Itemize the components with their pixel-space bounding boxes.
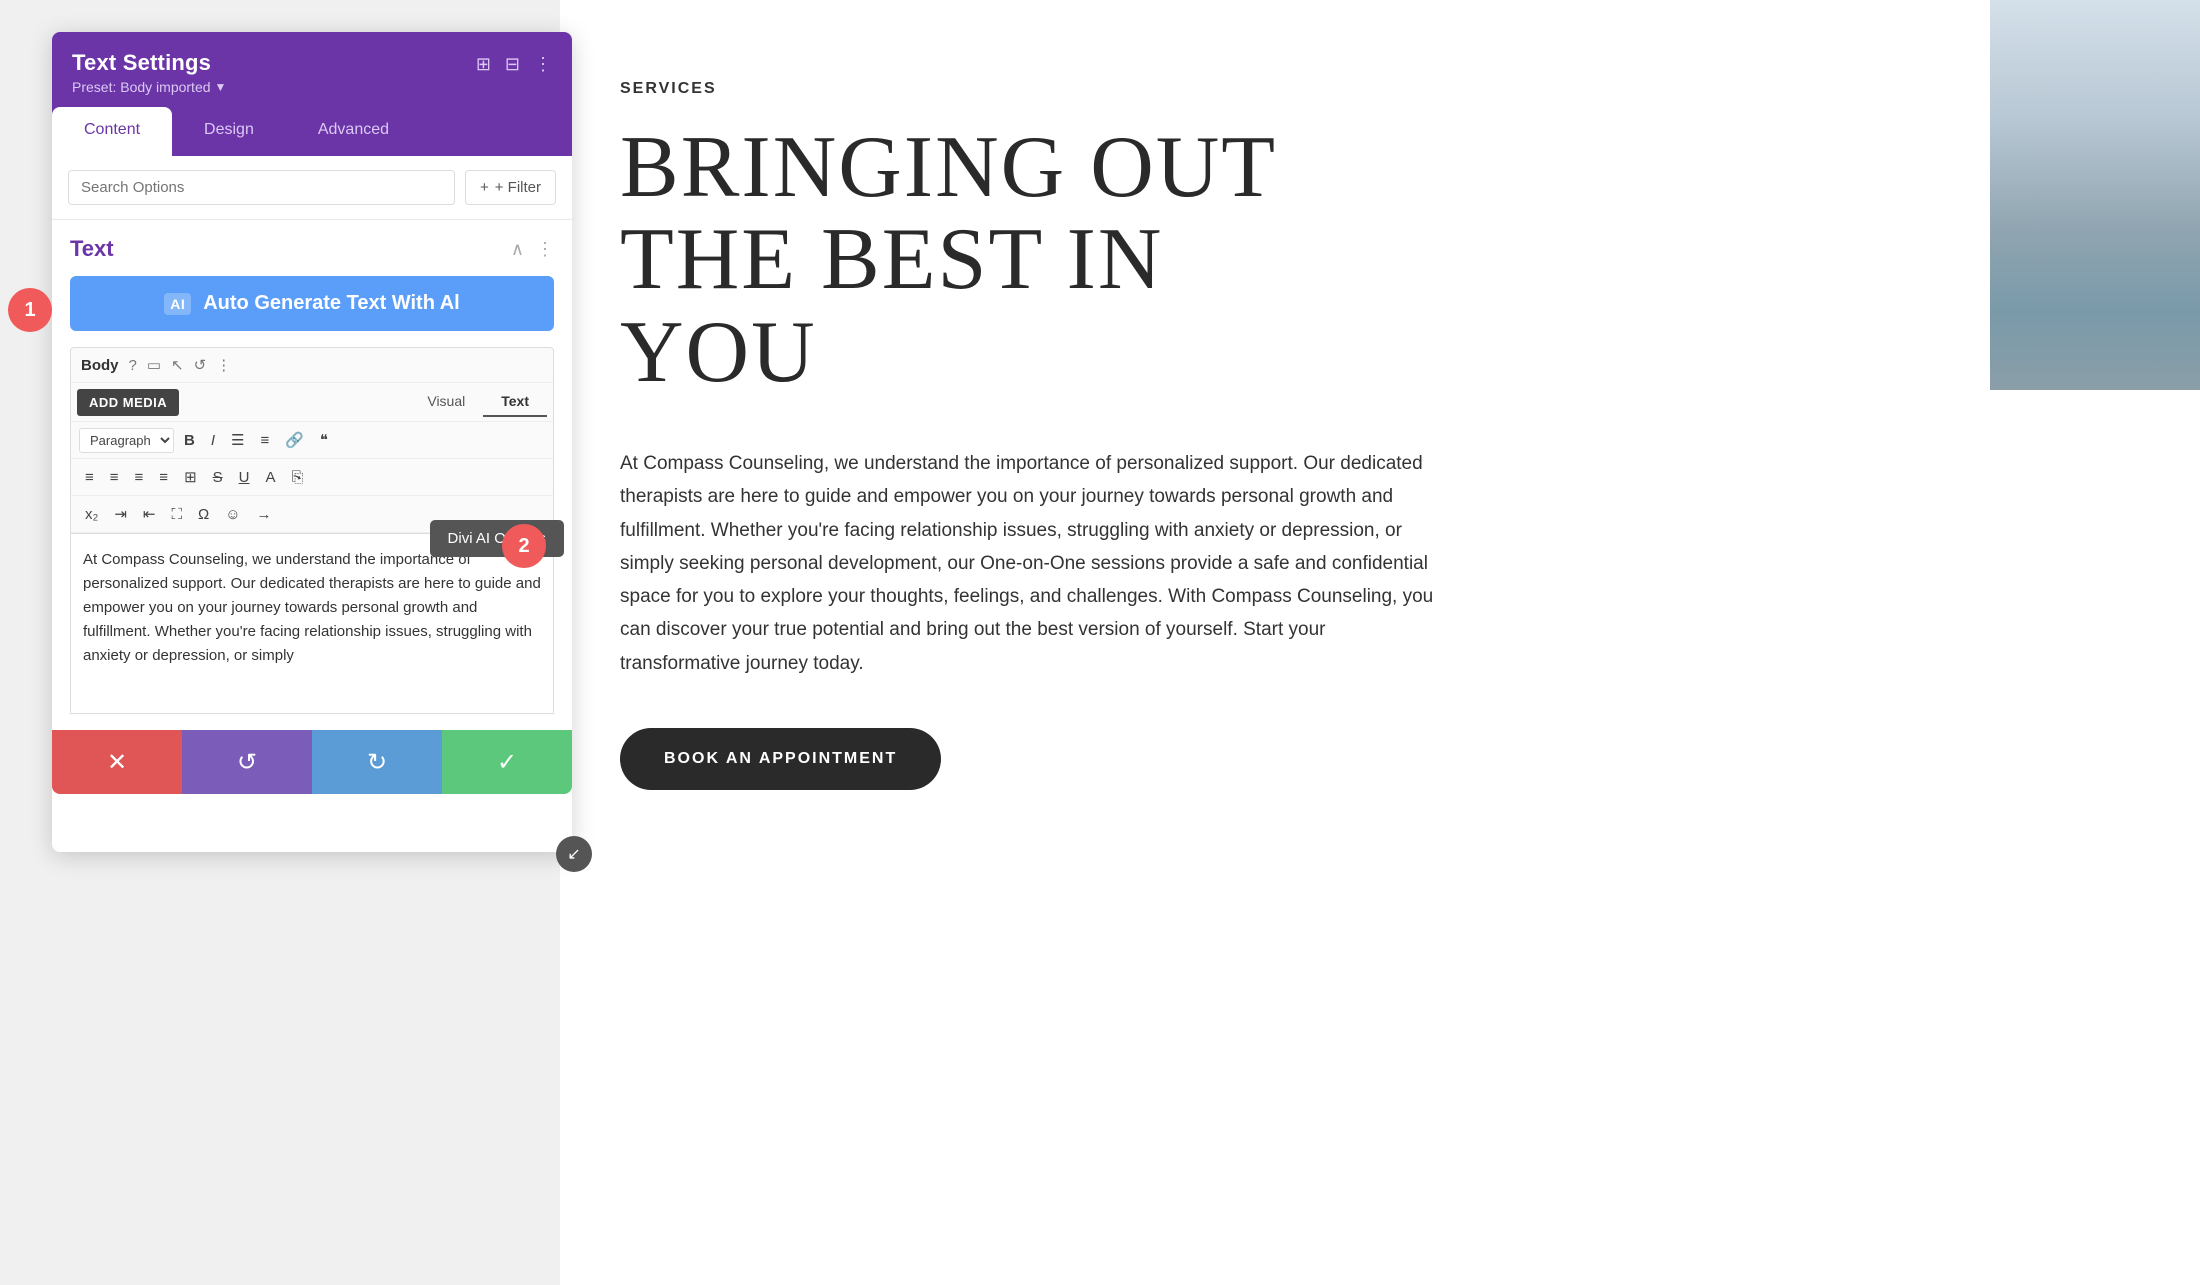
preset-dropdown-arrow[interactable]: ▼ xyxy=(215,80,227,94)
panel-title-group: Text Settings Preset: Body imported ▼ xyxy=(72,50,226,95)
add-media-button[interactable]: ADD MEDIA xyxy=(77,389,179,416)
panel-header-icons: ⊞ ⊟ ⋮ xyxy=(476,54,552,75)
panel-bottom-toolbar: ✕ ↺ ↻ ✓ xyxy=(52,730,572,794)
copy-paste-button[interactable]: ⎘ xyxy=(286,465,310,490)
tab-design[interactable]: Design xyxy=(172,107,286,156)
omega-button[interactable]: Ω xyxy=(192,502,215,527)
main-heading: BRINGING OUT THE BEST IN YOU xyxy=(620,122,2120,399)
ai-generate-label: Auto Generate Text With Al xyxy=(203,292,460,315)
section-more-icon[interactable]: ⋮ xyxy=(536,239,554,260)
search-input[interactable] xyxy=(68,170,455,205)
resize-handle[interactable]: ↙ xyxy=(556,836,592,872)
italic-button[interactable]: I xyxy=(205,428,221,453)
tab-content[interactable]: Content xyxy=(52,107,172,156)
device-icon[interactable]: ▭ xyxy=(147,356,161,374)
editor-content[interactable]: At Compass Counseling, we understand the… xyxy=(70,534,554,714)
more-toolbar-icon[interactable]: ⋮ xyxy=(216,356,231,374)
paragraph-select[interactable]: Paragraph xyxy=(79,428,174,453)
visual-text-tabs: Visual Text xyxy=(409,387,547,417)
heading-line2: THE BEST IN xyxy=(620,214,2120,306)
blockquote-button[interactable]: ❝ xyxy=(314,427,334,453)
toolbar-row-format: Paragraph B I ☰ ≡ 🔗 ❝ xyxy=(71,422,553,459)
undo-history-icon[interactable]: ↺ xyxy=(194,356,207,374)
unordered-list-button[interactable]: ☰ xyxy=(225,427,250,453)
select-icon[interactable]: ↖ xyxy=(171,356,184,374)
heading-line3: YOU xyxy=(620,307,2120,399)
panel-preset: Preset: Body imported ▼ xyxy=(72,79,226,95)
settings-panel: Text Settings Preset: Body imported ▼ ⊞ … xyxy=(52,32,572,852)
cancel-button[interactable]: ✕ xyxy=(52,730,182,794)
body-style-label: Body xyxy=(81,357,119,374)
panel-tabs: Content Design Advanced xyxy=(52,107,572,156)
arrow-insert-button[interactable]: → xyxy=(251,502,278,527)
ordered-list-button[interactable]: ≡ xyxy=(254,428,275,453)
columns-icon[interactable]: ⊟ xyxy=(505,54,520,75)
toolbar-row-align: ≡ ≡ ≡ ≡ ⊞ S U A ⎘ xyxy=(71,459,553,496)
indent-button[interactable]: ⇥ xyxy=(108,501,133,527)
align-left-button[interactable]: ≡ xyxy=(79,465,100,490)
toolbar-row-body: Body ? ▭ ↖ ↺ ⋮ xyxy=(71,348,553,383)
editor-toolbar: Body ? ▭ ↖ ↺ ⋮ ADD MEDIA Visual Text Par… xyxy=(70,347,554,534)
toolbar-row-media: ADD MEDIA Visual Text xyxy=(71,383,553,422)
heading-line1: BRINGING OUT xyxy=(620,122,2120,214)
editor-text: At Compass Counseling, we understand the… xyxy=(83,551,541,664)
align-right-button[interactable]: ≡ xyxy=(129,465,150,490)
resize-icon: ↙ xyxy=(567,844,580,864)
book-appointment-button[interactable]: BOOK AN APPOINTMENT xyxy=(620,728,941,790)
text-section: Text ∧ ⋮ AI Auto Generate Text With Al B… xyxy=(52,220,572,730)
step-badge-2: 2 xyxy=(502,524,546,568)
collapse-icon[interactable]: ∧ xyxy=(511,239,524,260)
step-badge-1: 1 xyxy=(8,288,52,332)
outdent-button[interactable]: ⇤ xyxy=(137,501,162,527)
bold-button[interactable]: B xyxy=(178,428,201,453)
underline-button[interactable]: U xyxy=(233,465,256,490)
text-color-button[interactable]: A xyxy=(260,465,282,490)
subscript-button[interactable]: x₂ xyxy=(79,502,104,527)
tab-advanced[interactable]: Advanced xyxy=(286,107,421,156)
table-button[interactable]: ⊞ xyxy=(178,464,203,490)
corner-image xyxy=(1990,0,2200,390)
save-button[interactable]: ✓ xyxy=(442,730,572,794)
filter-plus-icon: + xyxy=(480,179,489,196)
more-options-icon[interactable]: ⋮ xyxy=(534,54,552,75)
align-justify-button[interactable]: ≡ xyxy=(153,465,174,490)
align-center-button[interactable]: ≡ xyxy=(104,465,125,490)
filter-button[interactable]: + + Filter xyxy=(465,170,556,205)
text-tab[interactable]: Text xyxy=(483,387,547,417)
toolbar-row-extra: x₂ ⇥ ⇤ ⛶ Ω ☺ → Divi AI Options xyxy=(71,496,553,533)
ai-badge-icon: AI xyxy=(164,293,191,315)
strikethrough-button[interactable]: S xyxy=(207,465,229,490)
section-title: Text xyxy=(70,236,114,262)
content-area: SERVICES BRINGING OUT THE BEST IN YOU At… xyxy=(560,0,2200,1285)
section-header: Text ∧ ⋮ xyxy=(70,236,554,262)
fullscreen-editor-button[interactable]: ⛶ xyxy=(165,502,188,527)
services-label: SERVICES xyxy=(620,80,2120,98)
help-icon[interactable]: ? xyxy=(129,357,137,374)
panel-title: Text Settings xyxy=(72,50,226,76)
link-button[interactable]: 🔗 xyxy=(279,427,310,453)
visual-tab[interactable]: Visual xyxy=(409,387,483,417)
fullscreen-icon[interactable]: ⊞ xyxy=(476,54,491,75)
panel-header: Text Settings Preset: Body imported ▼ ⊞ … xyxy=(52,32,572,107)
redo-button[interactable]: ↻ xyxy=(312,730,442,794)
panel-search-area: + + Filter xyxy=(52,156,572,220)
ai-generate-button[interactable]: AI Auto Generate Text With Al xyxy=(70,276,554,331)
undo-button[interactable]: ↺ xyxy=(182,730,312,794)
body-text: At Compass Counseling, we understand the… xyxy=(620,447,1440,680)
emoji-button[interactable]: ☺ xyxy=(219,502,246,527)
section-icons: ∧ ⋮ xyxy=(511,239,554,260)
